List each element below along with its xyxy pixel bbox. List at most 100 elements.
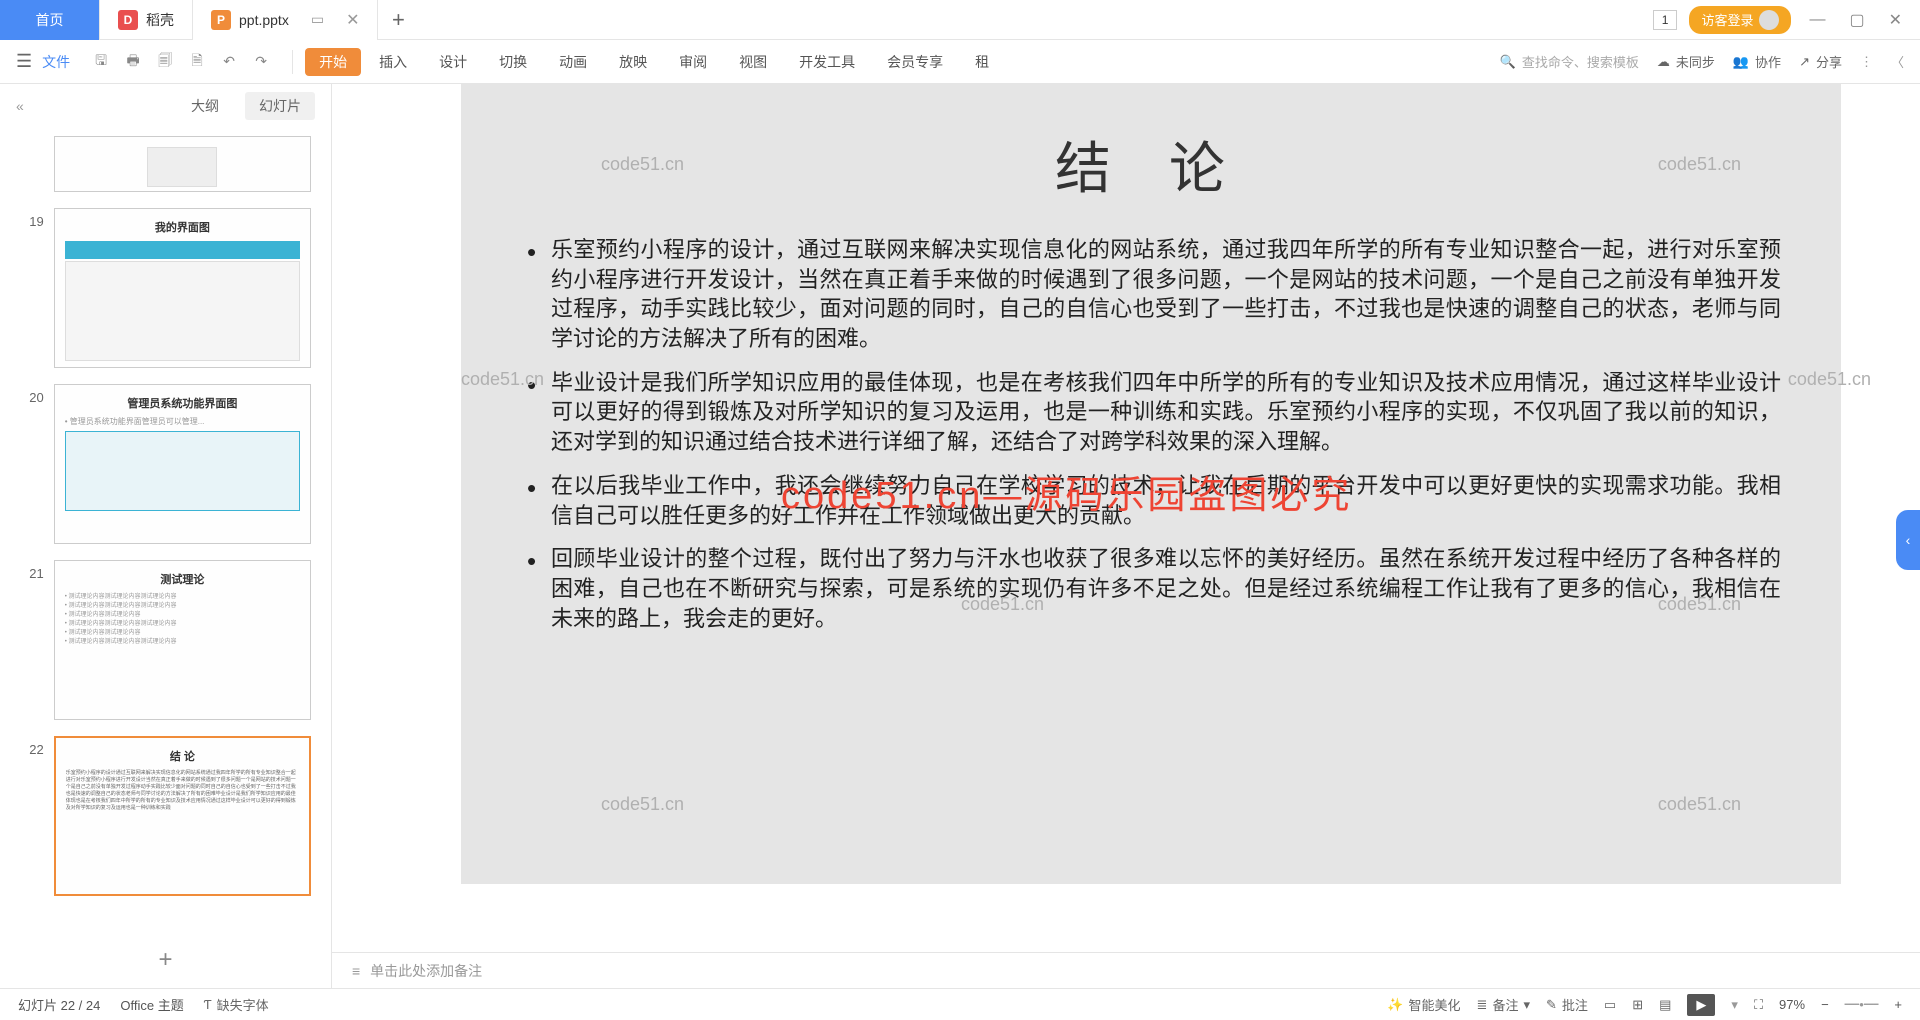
slide-body[interactable]: 乐室预约小程序的设计，通过互联网来解决实现信息化的网站系统，通过我四年所学的所有… — [521, 235, 1781, 633]
collapse-ribbon-icon[interactable]: 〈 — [1891, 52, 1904, 71]
zoom-fit-icon[interactable]: ⛶ — [1754, 997, 1763, 1013]
notes-label: 备注 — [1492, 995, 1518, 1014]
undo-icon[interactable]: ↶ — [220, 53, 238, 71]
theme-name[interactable]: Office 主题 — [120, 995, 183, 1014]
slide-count[interactable]: 幻灯片 22 / 24 — [18, 995, 100, 1014]
thumb-row: 20 管理员系统功能界面图 • 管理员系统功能界面管理员可以管理... — [20, 384, 311, 544]
ribbon-tab-dev[interactable]: 开发工具 — [785, 52, 869, 72]
missing-font-label: 缺失字体 — [217, 995, 269, 1014]
bullet[interactable]: 回顾毕业设计的整个过程，既付出了努力与汗水也收获了很多难以忘怀的美好经历。虽然在… — [521, 544, 1781, 633]
cooperation-button[interactable]: 👥 协作 — [1733, 52, 1781, 71]
thumb-title: 结 论 — [66, 748, 299, 764]
export-icon[interactable]: 🗎 — [188, 53, 206, 71]
sparkle-icon: ✨ — [1387, 997, 1403, 1013]
thumbnail[interactable]: 测试理论 • 测试理论内容测试理论内容测试理论内容• 测试理论内容测试理论内容测… — [54, 560, 311, 720]
titlebar-right: 1 访客登录 — ▢ ✕ — [1653, 6, 1920, 34]
thumb-row: 19 我的界面图 — [20, 208, 311, 368]
redo-icon[interactable]: ↷ — [252, 53, 270, 71]
comments-button[interactable]: ✎ 批注 — [1546, 995, 1588, 1014]
ribbon-tab-slideshow[interactable]: 放映 — [605, 52, 661, 72]
slide[interactable]: 结 论 乐室预约小程序的设计，通过互联网来解决实现信息化的网站系统，通过我四年所… — [461, 84, 1841, 884]
thumbnail[interactable]: 我的界面图 — [54, 208, 311, 368]
main: « 大纲 幻灯片 19 我的界面图 20 — [0, 84, 1920, 988]
smart-beautify-button[interactable]: ✨ 智能美化 — [1387, 995, 1460, 1014]
window-number-badge[interactable]: 1 — [1653, 10, 1678, 30]
play-button[interactable]: ▶ — [1687, 994, 1715, 1016]
thumbnail[interactable] — [54, 136, 311, 192]
ribbon-tab-extra[interactable]: 租 — [961, 52, 1003, 72]
plus-icon: + — [158, 946, 172, 973]
search-placeholder: 查找命令、搜索模板 — [1522, 52, 1639, 71]
ribbon-tab-start[interactable]: 开始 — [305, 48, 361, 76]
canvas-area: 结 论 乐室预约小程序的设计，通过互联网来解决实现信息化的网站系统，通过我四年所… — [332, 84, 1920, 988]
play-dropdown-icon[interactable]: ▾ — [1731, 997, 1738, 1013]
side-tab-slides[interactable]: 幻灯片 — [245, 92, 315, 120]
minimize-icon[interactable]: — — [1803, 11, 1831, 29]
watermark: code51.cn — [1658, 794, 1741, 815]
tab-document[interactable]: P ppt.pptx ▭ ✕ — [193, 0, 378, 40]
tab-close-icon[interactable]: ✕ — [346, 10, 359, 30]
share-icon: ↗ — [1799, 54, 1810, 70]
sync-status[interactable]: ☁ 未同步 — [1657, 52, 1715, 71]
notes-pane[interactable]: ≡ 单击此处添加备注 — [332, 952, 1920, 988]
thumb-row: 22 结 论 乐室预约小程序的设计通过互联网来解决实现信息化的网站系统通过我四年… — [20, 736, 311, 896]
view-normal-icon[interactable]: ▭ — [1604, 997, 1616, 1013]
thumbnail-panel[interactable]: 19 我的界面图 20 管理员系统功能界面图 • 管理员系统功能界面管理员可以管… — [0, 128, 331, 932]
notes-toggle[interactable]: ≣ 备注 ▾ — [1477, 995, 1530, 1014]
search-icon: 🔍 — [1500, 54, 1516, 70]
zoom-in-icon[interactable]: + — [1894, 997, 1902, 1012]
coop-label: 协作 — [1755, 52, 1781, 71]
close-icon[interactable]: ✕ — [1883, 10, 1908, 30]
ribbon-tab-design[interactable]: 设计 — [425, 52, 481, 72]
ribbon-tab-insert[interactable]: 插入 — [365, 52, 421, 72]
tab-display-icon[interactable]: ▭ — [311, 11, 324, 28]
collapse-sidebar-icon[interactable]: « — [16, 98, 24, 114]
search-box[interactable]: 🔍 查找命令、搜索模板 — [1500, 52, 1639, 71]
hamburger-icon[interactable]: ☰ — [16, 51, 32, 72]
right-panel-toggle[interactable]: ‹ — [1896, 510, 1920, 570]
zoom-level[interactable]: 97% — [1779, 997, 1805, 1012]
tab-home[interactable]: 首页 — [0, 0, 100, 40]
zoom-slider[interactable]: ━━━●━━━ — [1845, 1000, 1879, 1009]
more-icon[interactable]: ⋮ — [1860, 54, 1873, 70]
thumbnail[interactable]: 管理员系统功能界面图 • 管理员系统功能界面管理员可以管理... — [54, 384, 311, 544]
slide-wrapper[interactable]: 结 论 乐室预约小程序的设计，通过互联网来解决实现信息化的网站系统，通过我四年所… — [332, 84, 1920, 952]
ribbon-tab-transition[interactable]: 切换 — [485, 52, 541, 72]
sidebar: « 大纲 幻灯片 19 我的界面图 20 — [0, 84, 332, 988]
ribbon-tab-animation[interactable]: 动画 — [545, 52, 601, 72]
ribbon-tab-view[interactable]: 视图 — [725, 52, 781, 72]
side-tabs: « 大纲 幻灯片 — [0, 84, 331, 128]
thumbnail-selected[interactable]: 结 论 乐室预约小程序的设计通过互联网来解决实现信息化的网站系统通过我四年所学的… — [54, 736, 311, 896]
zoom-out-icon[interactable]: − — [1821, 997, 1829, 1012]
thumb-row — [20, 136, 311, 192]
sync-label: 未同步 — [1676, 52, 1715, 71]
bullet[interactable]: 乐室预约小程序的设计，通过互联网来解决实现信息化的网站系统，通过我四年所学的所有… — [521, 235, 1781, 354]
tab-home-label: 首页 — [36, 10, 64, 30]
share-button[interactable]: ↗ 分享 — [1799, 52, 1842, 71]
print-preview-icon[interactable]: 🗐 — [156, 53, 174, 71]
ribbon-tab-member[interactable]: 会员专享 — [873, 52, 957, 72]
save-icon[interactable]: 🖫 — [92, 53, 110, 71]
add-slide-button[interactable]: + — [0, 932, 331, 988]
notes-placeholder[interactable]: 单击此处添加备注 — [370, 961, 482, 981]
side-tab-outline[interactable]: 大纲 — [177, 92, 233, 120]
view-sorter-icon[interactable]: ⊞ — [1632, 997, 1643, 1013]
cloud-icon: ☁ — [1657, 54, 1670, 70]
file-menu[interactable]: 文件 — [42, 52, 70, 72]
titlebar: 首页 D 稻壳 P ppt.pptx ▭ ✕ + 1 访客登录 — ▢ ✕ — [0, 0, 1920, 40]
ribbon: ☰ 文件 🖫 🖶 🗐 🗎 ↶ ↷ 开始 插入 设计 切换 动画 放映 审阅 视图… — [0, 40, 1920, 84]
slide-title[interactable]: 结 论 — [521, 124, 1781, 205]
missing-font-button[interactable]: Ƭ 缺失字体 — [204, 995, 269, 1014]
notes-icon: ≡ — [352, 963, 360, 979]
login-button[interactable]: 访客登录 — [1689, 6, 1791, 34]
ribbon-tab-review[interactable]: 审阅 — [665, 52, 721, 72]
bullet[interactable]: 毕业设计是我们所学知识应用的最佳体现，也是在考核我们四年中所学的所有的专业知识及… — [521, 368, 1781, 457]
print-icon[interactable]: 🖶 — [124, 53, 142, 71]
thumb-number: 20 — [20, 384, 44, 405]
maximize-icon[interactable]: ▢ — [1843, 10, 1870, 30]
edit-icon: ✎ — [1546, 997, 1557, 1013]
tab-daoke[interactable]: D 稻壳 — [100, 0, 193, 40]
daoke-icon: D — [118, 10, 138, 30]
tab-add-button[interactable]: + — [378, 7, 418, 33]
view-reading-icon[interactable]: ▤ — [1659, 997, 1671, 1013]
